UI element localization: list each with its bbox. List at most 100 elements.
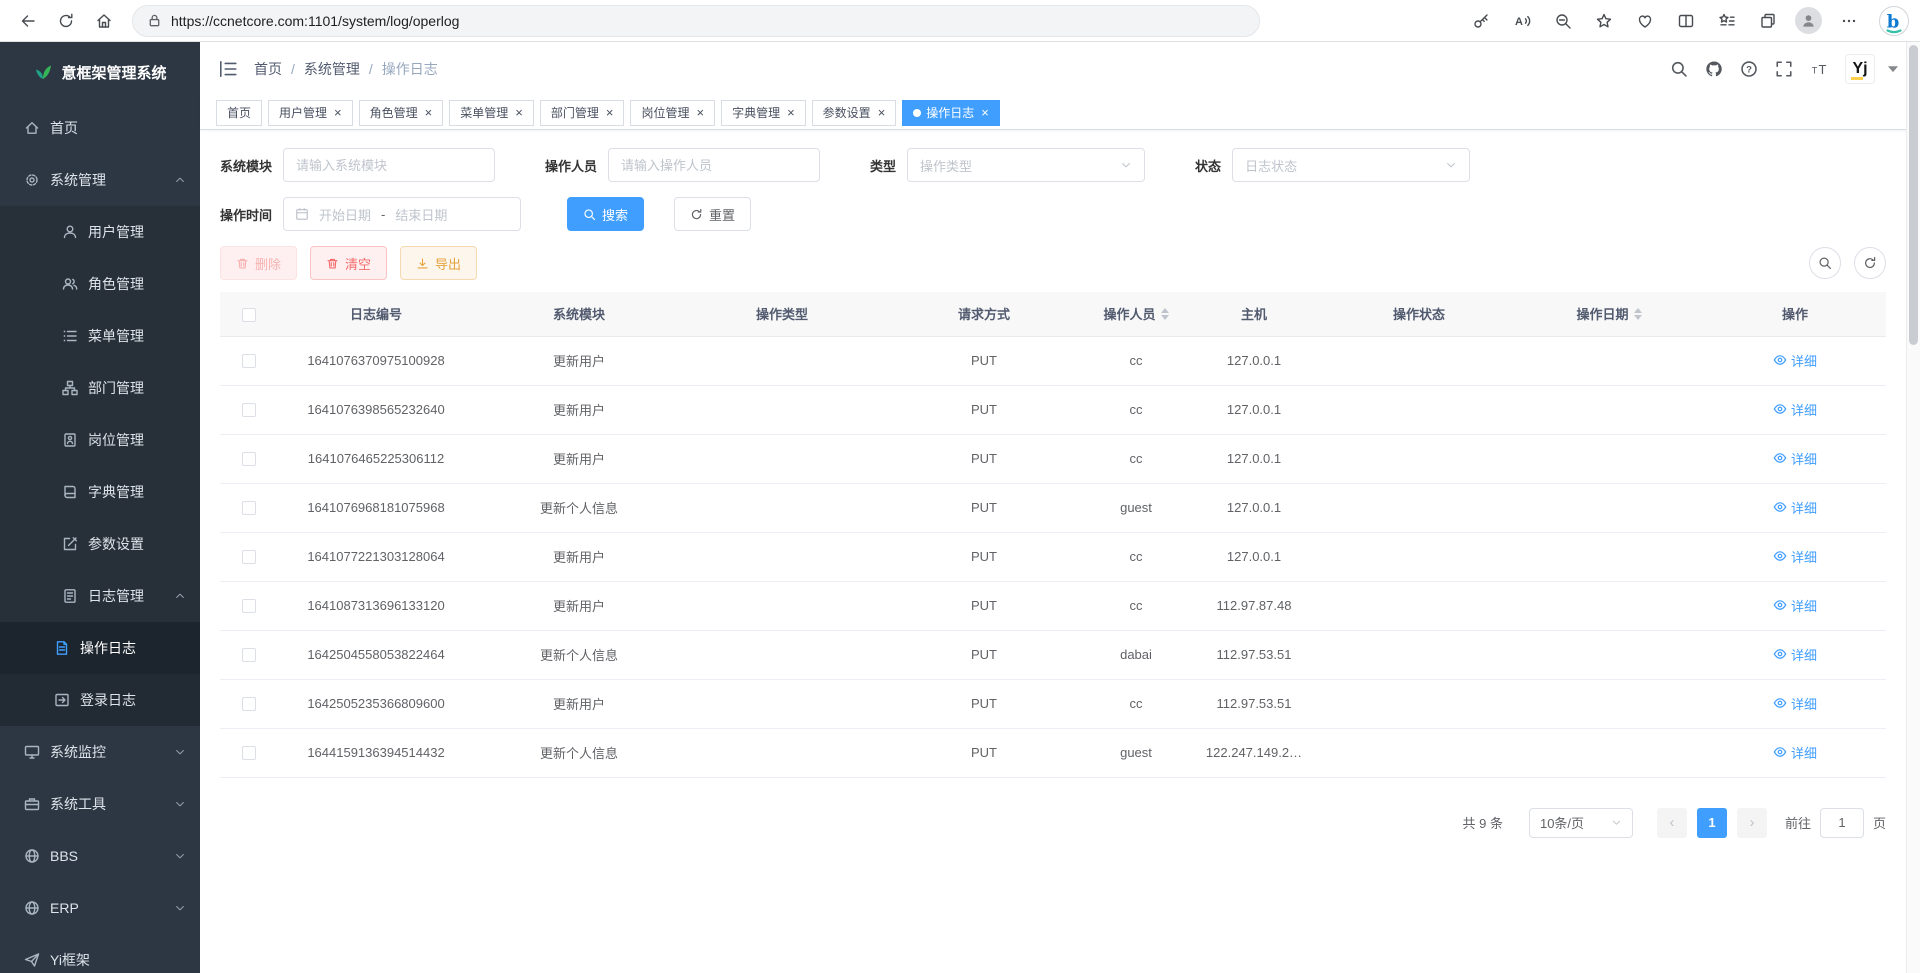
row-checkbox[interactable] (242, 501, 256, 515)
sort-asc-icon[interactable] (1161, 308, 1169, 313)
sort-desc-icon[interactable] (1161, 315, 1169, 320)
detail-link[interactable]: 详细 (1773, 743, 1817, 762)
tab-dept-management[interactable]: 部门管理× (540, 100, 625, 126)
page-scrollbar[interactable] (1906, 42, 1920, 973)
close-icon[interactable]: × (787, 106, 795, 119)
sidebar-item-param-settings[interactable]: 参数设置 (0, 518, 200, 570)
close-icon[interactable]: × (515, 106, 523, 119)
clear-button[interactable]: 清空 (310, 246, 387, 280)
prev-page-button[interactable]: ‹ (1657, 808, 1687, 838)
sidebar-item-operation-log[interactable]: 操作日志 (0, 622, 200, 674)
split-screen-button[interactable] (1668, 3, 1704, 39)
sidebar-item-erp[interactable]: ERP (0, 882, 200, 934)
select-all-checkbox[interactable] (242, 308, 256, 322)
sort-control[interactable] (1161, 308, 1169, 320)
sidebar-item-log-management[interactable]: 日志管理 (0, 570, 200, 622)
goto-page-input[interactable] (1820, 808, 1864, 838)
close-icon[interactable]: × (981, 106, 989, 119)
zoom-button[interactable] (1545, 3, 1581, 39)
user-avatar[interactable]: Yj (1845, 54, 1875, 84)
close-icon[interactable]: × (425, 106, 433, 119)
sidebar-item-menu-management[interactable]: 菜单管理 (0, 310, 200, 362)
row-checkbox[interactable] (242, 550, 256, 564)
row-checkbox[interactable] (242, 452, 256, 466)
status-select[interactable]: 日志状态 (1232, 148, 1470, 182)
favorites-bar-button[interactable] (1709, 3, 1745, 39)
close-icon[interactable]: × (606, 106, 614, 119)
fullscreen-icon[interactable] (1775, 60, 1793, 78)
type-select[interactable]: 操作类型 (907, 148, 1145, 182)
browser-essentials-button[interactable] (1627, 3, 1663, 39)
sidebar-item-login-log[interactable]: 登录日志 (0, 674, 200, 726)
breadcrumb-item[interactable]: 首页 (254, 59, 282, 79)
sidebar-item-dept-management[interactable]: 部门管理 (0, 362, 200, 414)
row-checkbox[interactable] (242, 354, 256, 368)
row-checkbox[interactable] (242, 648, 256, 662)
operator-input[interactable] (608, 148, 820, 182)
sort-desc-icon[interactable] (1634, 315, 1642, 320)
caret-down-icon[interactable] (1884, 60, 1902, 78)
detail-link[interactable]: 详细 (1773, 400, 1817, 419)
scrollbar-thumb[interactable] (1909, 45, 1918, 345)
profile-avatar[interactable] (1795, 7, 1822, 34)
date-range-picker[interactable]: 开始日期 - 结束日期 (283, 197, 521, 231)
sidebar-item-post-management[interactable]: 岗位管理 (0, 414, 200, 466)
sidebar-item-role-management[interactable]: 角色管理 (0, 258, 200, 310)
tab-post-management[interactable]: 岗位管理× (630, 100, 715, 126)
sidebar-item-bbs[interactable]: BBS (0, 830, 200, 882)
tab-menu-management[interactable]: 菜单管理× (449, 100, 534, 126)
sidebar-item-yi-framework[interactable]: Yi框架 (0, 934, 200, 973)
collections-button[interactable] (1750, 3, 1786, 39)
row-checkbox[interactable] (242, 599, 256, 613)
page-button-1[interactable]: 1 (1697, 808, 1727, 838)
collapse-sidebar-icon[interactable] (218, 60, 238, 78)
help-icon[interactable]: ? (1740, 60, 1758, 78)
delete-button[interactable]: 删除 (220, 246, 297, 280)
sidebar-item-system-monitor[interactable]: 系统监控 (0, 726, 200, 778)
detail-link[interactable]: 详细 (1773, 498, 1817, 517)
tab-role-management[interactable]: 角色管理× (359, 100, 444, 126)
row-checkbox[interactable] (242, 403, 256, 417)
address-bar[interactable]: https://ccnetcore.com:1101/system/log/op… (132, 5, 1260, 37)
home-button[interactable] (86, 3, 122, 39)
detail-link[interactable]: 详细 (1773, 547, 1817, 566)
github-icon[interactable] (1705, 60, 1723, 78)
refresh-table-button[interactable] (1854, 247, 1886, 279)
password-button[interactable] (1463, 3, 1499, 39)
breadcrumb-item[interactable]: 系统管理 (304, 59, 360, 79)
sidebar-item-system-management[interactable]: 系统管理 (0, 154, 200, 206)
detail-link[interactable]: 详细 (1773, 694, 1817, 713)
close-icon[interactable]: × (696, 106, 704, 119)
sidebar-item-user-management[interactable]: 用户管理 (0, 206, 200, 258)
tab-dict-management[interactable]: 字典管理× (721, 100, 806, 126)
back-button[interactable] (10, 3, 46, 39)
search-button[interactable]: 搜索 (567, 197, 644, 231)
detail-link[interactable]: 详细 (1773, 645, 1817, 664)
close-icon[interactable]: × (878, 106, 886, 119)
reset-button[interactable]: 重置 (674, 197, 751, 231)
export-button[interactable]: 导出 (400, 246, 477, 280)
detail-link[interactable]: 详细 (1773, 596, 1817, 615)
page-size-select[interactable]: 10条/页 (1529, 808, 1633, 838)
toggle-search-button[interactable] (1809, 247, 1841, 279)
more-options-button[interactable] (1831, 3, 1867, 39)
detail-link[interactable]: 详细 (1773, 449, 1817, 468)
sort-control[interactable] (1634, 308, 1642, 320)
row-checkbox[interactable] (242, 697, 256, 711)
read-aloud-button[interactable]: A (1504, 3, 1540, 39)
tab-operation-log[interactable]: 操作日志× (902, 100, 1000, 126)
search-icon[interactable] (1670, 60, 1688, 78)
tab-home[interactable]: 首页 (216, 100, 262, 126)
close-icon[interactable]: × (334, 106, 342, 119)
detail-link[interactable]: 详细 (1773, 351, 1817, 370)
row-checkbox[interactable] (242, 746, 256, 760)
sidebar-item-dict-management[interactable]: 字典管理 (0, 466, 200, 518)
next-page-button[interactable]: › (1737, 808, 1767, 838)
tab-param-settings[interactable]: 参数设置× (812, 100, 897, 126)
sort-asc-icon[interactable] (1634, 308, 1642, 313)
font-size-icon[interactable]: TT (1810, 60, 1828, 78)
favorites-button[interactable] (1586, 3, 1622, 39)
sidebar-item-system-tools[interactable]: 系统工具 (0, 778, 200, 830)
bing-copilot-button[interactable]: b (1878, 5, 1910, 37)
refresh-button[interactable] (48, 3, 84, 39)
